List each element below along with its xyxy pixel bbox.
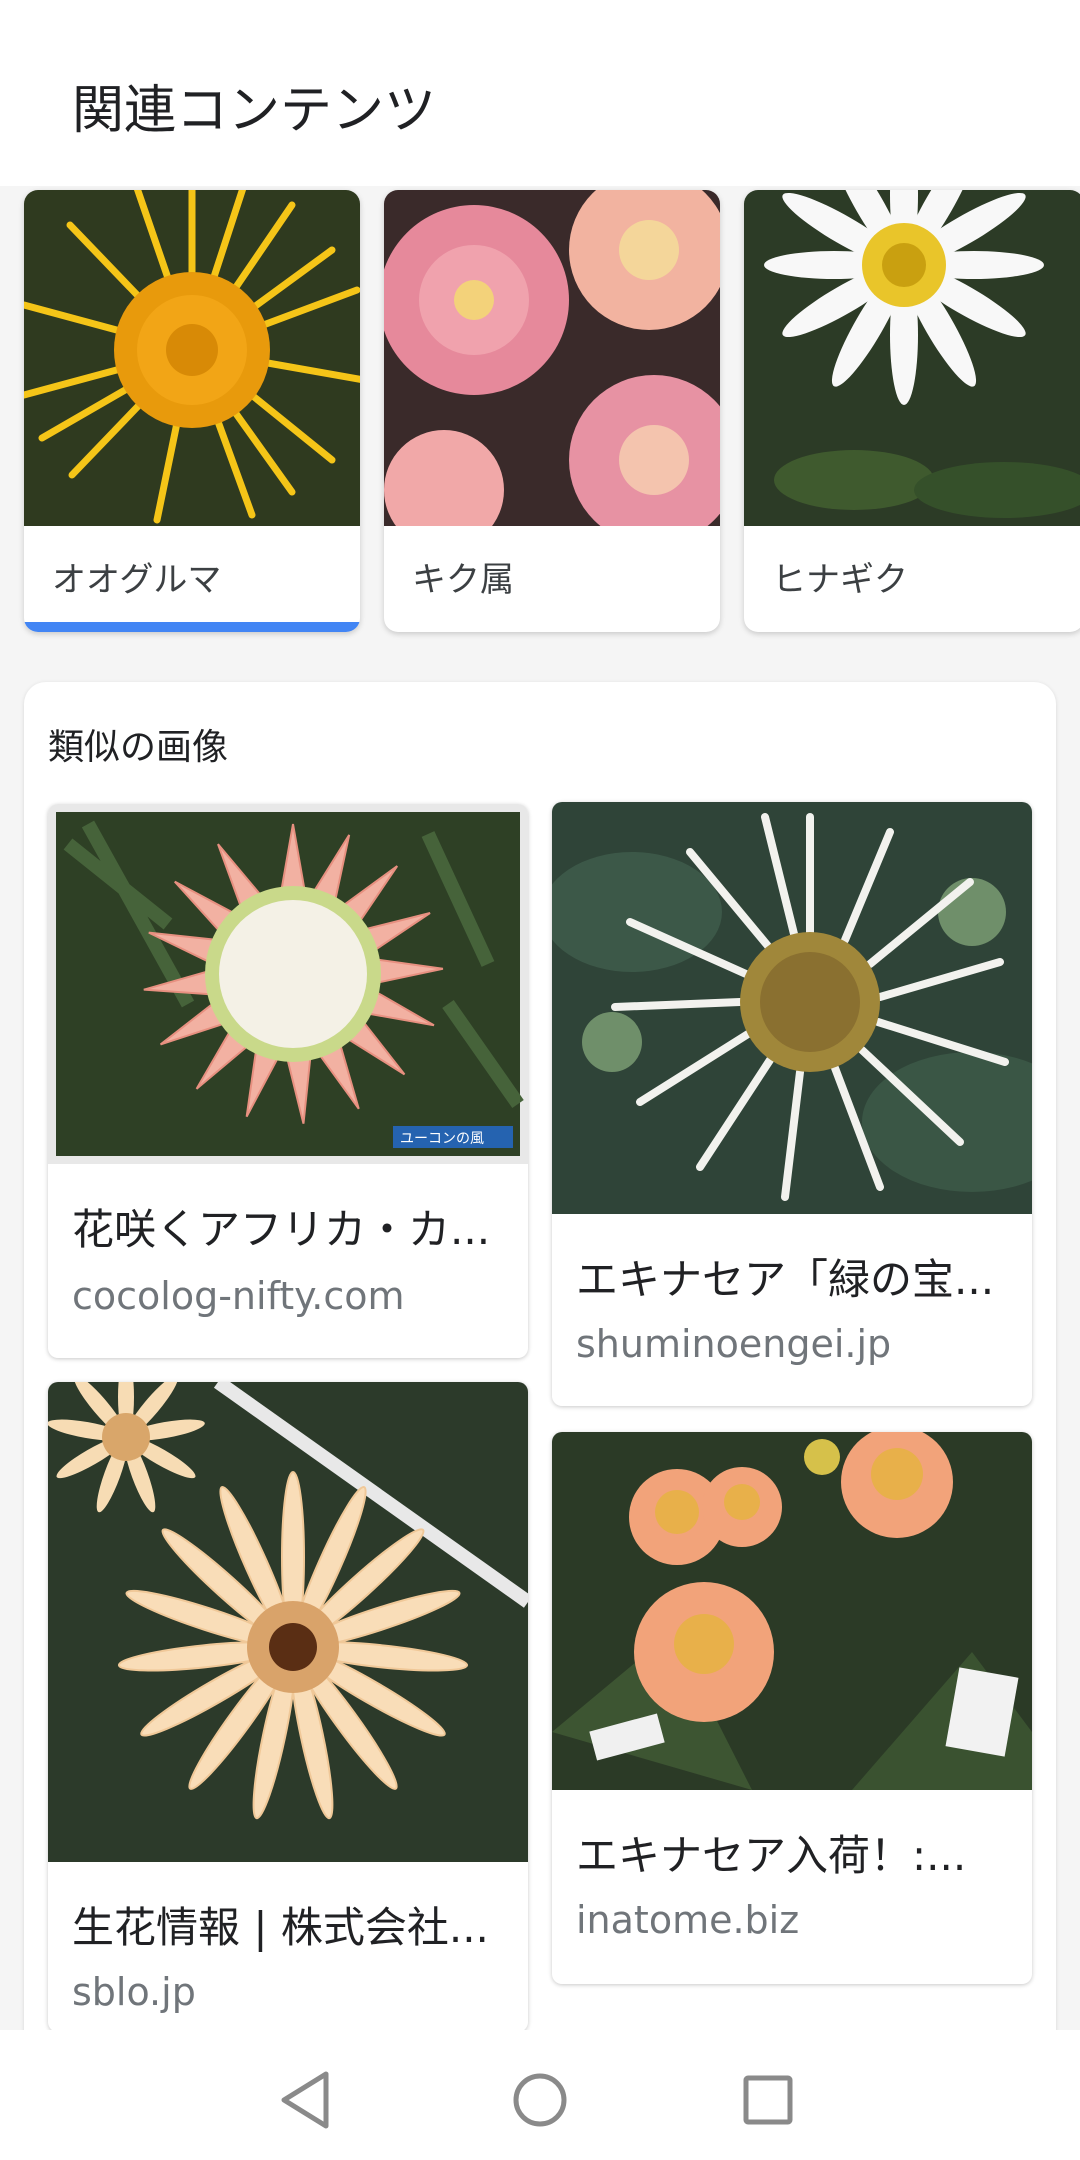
similar-images-title: 類似の画像	[48, 727, 229, 768]
related-card-ooguruma[interactable]: オオグルマ	[24, 190, 360, 632]
result-title: 花咲くアフリカ・カ...	[72, 1205, 491, 1254]
result-source: cocolog-nifty.com	[72, 1274, 405, 1318]
back-icon[interactable]	[268, 2060, 348, 2140]
orange-echinacea-image	[552, 1432, 1032, 1790]
result-source: sblo.jp	[72, 1970, 196, 2014]
result-title: エキナセア入荷！:...	[576, 1831, 967, 1880]
daisy-image	[744, 190, 1080, 526]
related-card-kiku[interactable]: キク属	[384, 190, 720, 632]
result-card[interactable]: エキナセア入荷！:... inatome.biz	[552, 1432, 1032, 1984]
white-echinacea-image	[552, 802, 1032, 1214]
result-card[interactable]: 生花情報 | 株式会社... sblo.jp	[48, 1382, 528, 2032]
related-card-label: キク属	[412, 560, 514, 600]
result-source: shuminoengei.jp	[576, 1322, 892, 1366]
pink-chrysanthemum-image	[384, 190, 720, 526]
recents-icon[interactable]	[728, 2060, 808, 2140]
yellow-flower-image	[24, 190, 360, 526]
gerbera-image	[48, 1382, 528, 1862]
page-title: 関連コンテンツ	[72, 81, 437, 141]
result-title: 生花情報 | 株式会社...	[72, 1903, 489, 1952]
result-card[interactable]: エキナセア「緑の宝... shuminoengei.jp	[552, 802, 1032, 1406]
result-card[interactable]: ユーコンの風 花咲くアフリカ・カ... cocolog-nifty.com	[48, 804, 528, 1358]
app-header: 関連コンテンツ	[0, 0, 1080, 186]
protea-image: ユーコンの風	[48, 804, 528, 1164]
system-navigation-bar	[0, 2030, 1080, 2160]
watermark-text: ユーコンの風	[400, 1131, 484, 1147]
related-card-hinagiku[interactable]: ヒナギク	[744, 190, 1080, 632]
related-card-label: オオグルマ	[52, 560, 222, 600]
result-source: inatome.biz	[576, 1898, 800, 1942]
selected-indicator	[24, 622, 360, 632]
result-title: エキナセア「緑の宝...	[576, 1255, 995, 1304]
related-card-label: ヒナギク	[772, 560, 908, 600]
home-icon[interactable]	[500, 2060, 580, 2140]
